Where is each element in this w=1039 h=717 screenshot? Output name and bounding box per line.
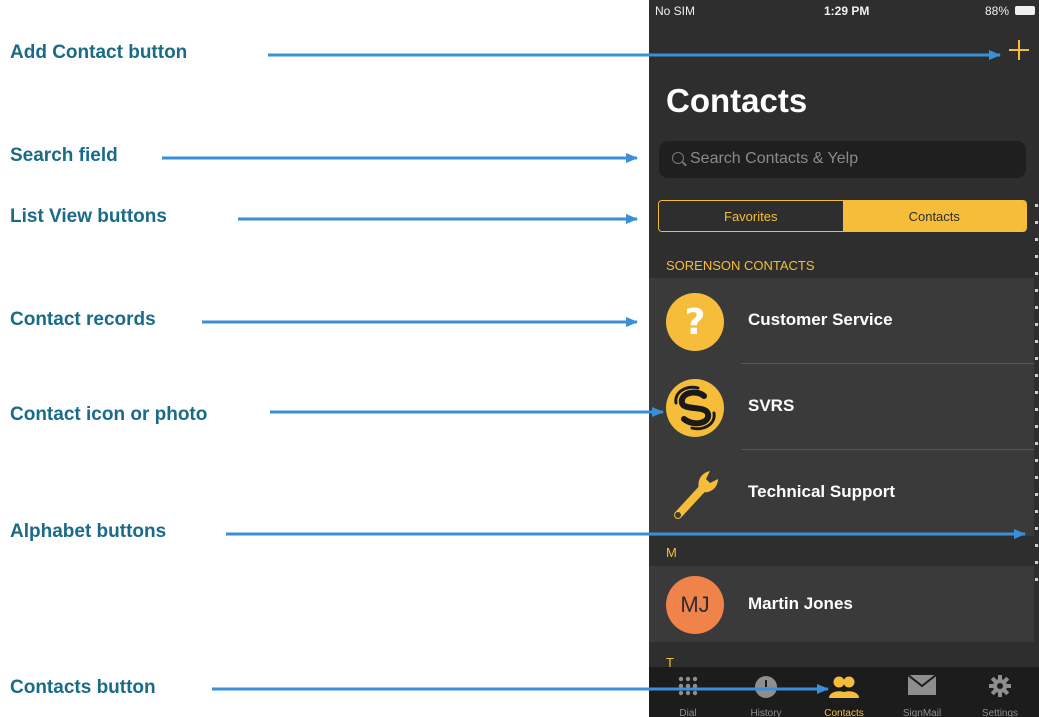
- gear-icon: [989, 675, 1011, 702]
- section-header-sorenson: SORENSON CONTACTS: [666, 258, 815, 273]
- callout-search-field: Search field: [10, 145, 118, 166]
- search-icon: [672, 152, 684, 164]
- tab-label: Settings: [981, 708, 1019, 717]
- contact-row-martin-jones[interactable]: MJ Martin Jones: [649, 566, 1034, 642]
- status-bar: No SIM 1:29 PM 88%: [649, 0, 1039, 22]
- battery-icon: [1015, 6, 1035, 15]
- alphabet-index-buttons[interactable]: [1034, 190, 1039, 610]
- status-time: 1:29 PM: [824, 4, 870, 18]
- favorites-segment-button[interactable]: Favorites: [659, 201, 843, 231]
- tab-signmail[interactable]: SignMail: [883, 667, 961, 717]
- contact-name: Martin Jones: [748, 594, 853, 613]
- tab-settings[interactable]: Settings: [961, 667, 1039, 717]
- tab-label: SignMail: [902, 708, 942, 717]
- contact-row-customer-service[interactable]: ? Customer Service: [649, 278, 1034, 364]
- callout-list-view-buttons: List View buttons: [10, 206, 167, 227]
- people-icon: [829, 675, 859, 704]
- phone-screen: No SIM 1:29 PM 88% Contacts Search Conta…: [649, 0, 1039, 717]
- avatar-initials: MJ: [680, 592, 710, 617]
- callout-contacts-button: Contacts button: [10, 677, 156, 698]
- section-header-m: M: [666, 545, 677, 560]
- envelope-icon: [907, 674, 937, 700]
- page-title: Contacts: [666, 82, 808, 119]
- tab-bar: Dial History Contacts SignMail Settings: [649, 667, 1039, 717]
- tab-contacts[interactable]: Contacts: [805, 667, 883, 717]
- tab-label: Contacts: [824, 708, 864, 717]
- contact-avatar: MJ: [666, 576, 724, 634]
- callout-alphabet-buttons: Alphabet buttons: [10, 521, 167, 542]
- tab-label: History: [750, 708, 782, 717]
- clock-icon: [754, 675, 778, 704]
- tab-label: Dial: [679, 708, 697, 717]
- wrench-icon: [666, 465, 724, 523]
- contact-name: SVRS: [748, 396, 795, 415]
- list-view-segmented-control: Favorites Contacts: [658, 200, 1027, 232]
- contact-name: Technical Support: [748, 482, 896, 501]
- callout-contact-records: Contact records: [10, 309, 156, 330]
- tab-dial[interactable]: Dial: [649, 667, 727, 717]
- battery-percent: 88%: [984, 4, 1009, 18]
- search-field[interactable]: Search Contacts & Yelp: [659, 141, 1026, 178]
- add-contact-button[interactable]: [1007, 38, 1031, 62]
- carrier-label: No SIM: [655, 4, 696, 18]
- contact-row-svrs[interactable]: SVRS: [649, 364, 1034, 450]
- sorenson-logo-icon: [666, 379, 724, 437]
- contacts-segment-button[interactable]: Contacts: [842, 201, 1026, 231]
- contact-row-technical-support[interactable]: Technical Support: [649, 450, 1034, 536]
- tab-history[interactable]: History: [727, 667, 805, 717]
- search-placeholder: Search Contacts & Yelp: [690, 150, 859, 167]
- question-mark-icon: ?: [666, 293, 724, 351]
- callout-add-contact-button: Add Contact button: [10, 42, 188, 63]
- keypad-icon: [677, 675, 699, 702]
- contact-name: Customer Service: [748, 310, 893, 329]
- callout-contact-icon-or-photo: Contact icon or photo: [10, 404, 208, 425]
